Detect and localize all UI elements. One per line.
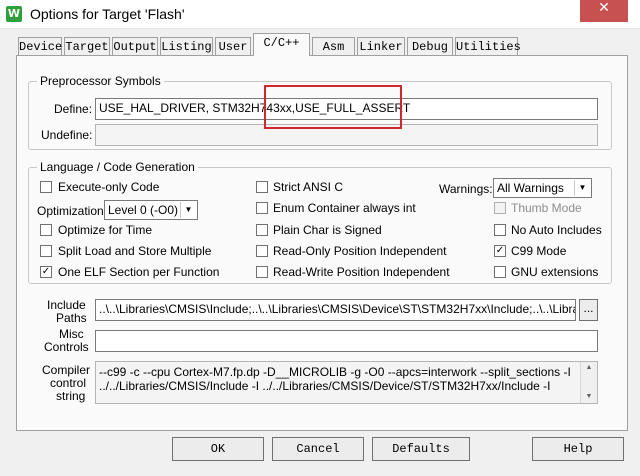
rw-pi-label: Read-Write Position Independent [273,265,450,279]
ro-pi-checkbox[interactable] [256,245,268,257]
title-bar: W Options for Target 'Flash' ✕ [0,0,640,29]
include-paths-label-1: Include [47,298,86,312]
thumb-mode-checkbox[interactable] [494,202,506,214]
compiler-control-textarea[interactable]: --c99 -c --cpu Cortex-M7.fp.dp -D__MICRO… [95,361,598,404]
compiler-control-line-2: ../../Libraries/CMSIS/Include -I ../../L… [99,379,551,393]
gnu-extensions-checkbox[interactable] [494,266,506,278]
close-button[interactable]: ✕ [580,0,628,22]
chevron-down-icon: ▼ [574,180,590,196]
gnu-extensions-label: GNU extensions [511,265,599,279]
ok-button[interactable]: OK [172,437,264,461]
split-load-checkbox[interactable] [40,245,52,257]
optimize-time-checkbox[interactable] [40,224,52,236]
execute-only-label: Execute-only Code [58,180,160,194]
one-elf-label: One ELF Section per Function [58,265,220,279]
ro-pi-label: Read-Only Position Independent [273,244,447,258]
undefine-label: Undefine: [41,128,93,142]
include-paths-input[interactable]: ..\..\Libraries\CMSIS\Include;..\..\Libr… [95,299,576,321]
enum-container-label: Enum Container always int [273,201,416,215]
plain-char-label: Plain Char is Signed [273,223,382,237]
warnings-label: Warnings: [439,182,493,196]
compiler-control-label-2: control [50,376,87,390]
defaults-button[interactable]: Defaults [372,437,470,461]
plain-char-checkbox[interactable] [256,224,268,236]
help-button[interactable]: Help [532,437,624,461]
warnings-select[interactable]: All Warnings ▼ [493,178,592,198]
highlight-annotation [264,85,402,129]
define-label: Define: [54,102,93,116]
strict-ansi-label: Strict ANSI C [273,180,344,194]
tab-target[interactable]: Target [64,37,110,55]
split-load-label: Split Load and Store Multiple [58,244,212,258]
no-auto-includes-label: No Auto Includes [511,223,602,237]
compiler-control-line-1: --c99 -c --cpu Cortex-M7.fp.dp -D__MICRO… [99,365,571,379]
strict-ansi-checkbox[interactable] [256,181,268,193]
no-auto-includes-checkbox[interactable] [494,224,506,236]
chevron-down-icon: ▼ [180,202,196,218]
tab-linker[interactable]: Linker [357,37,405,55]
compiler-control-label-1: Compiler [42,363,91,377]
one-elf-checkbox[interactable]: ✓ [40,266,52,278]
rw-pi-checkbox[interactable] [256,266,268,278]
misc-controls-input[interactable] [95,330,598,352]
misc-controls-label-1: Misc [59,327,84,341]
enum-container-checkbox[interactable] [256,202,268,214]
tab-c-cpp[interactable]: C/C++ [253,33,310,56]
app-icon: W [6,6,22,22]
cancel-button[interactable]: Cancel [272,437,364,461]
c99-mode-label: C99 Mode [511,244,567,258]
optimization-value: Level 0 (-O0) [108,203,179,217]
scroll-down-icon[interactable]: ▼ [581,391,597,403]
optimization-select[interactable]: Level 0 (-O0) ▼ [104,200,198,220]
optimization-label: Optimization: [37,204,108,218]
tab-debug[interactable]: Debug [407,37,453,55]
window-title: Options for Target 'Flash' [30,6,185,22]
tab-asm[interactable]: Asm [312,37,355,55]
thumb-mode-label: Thumb Mode [511,201,582,215]
warnings-value: All Warnings [497,181,564,195]
c99-mode-checkbox[interactable]: ✓ [494,245,506,257]
misc-controls-label-2: Controls [44,340,89,354]
tab-utilities[interactable]: Utilities [455,37,521,55]
tab-output[interactable]: Output [112,37,158,55]
language-group-title: Language / Code Generation [37,160,198,174]
preprocessor-group-title: Preprocessor Symbols [37,74,164,88]
scroll-up-icon[interactable]: ▲ [581,362,597,374]
compiler-control-scrollbar[interactable]: ▲ ▼ [580,362,597,403]
tab-device[interactable]: Device [18,37,62,55]
include-paths-browse-button[interactable]: ... [579,299,598,321]
tab-listing[interactable]: Listing [160,37,213,55]
execute-only-checkbox[interactable] [40,181,52,193]
tab-user[interactable]: User [215,37,251,55]
include-paths-label-2: Paths [56,311,87,325]
compiler-control-label-3: string [56,389,86,403]
optimize-time-label: Optimize for Time [58,223,153,237]
